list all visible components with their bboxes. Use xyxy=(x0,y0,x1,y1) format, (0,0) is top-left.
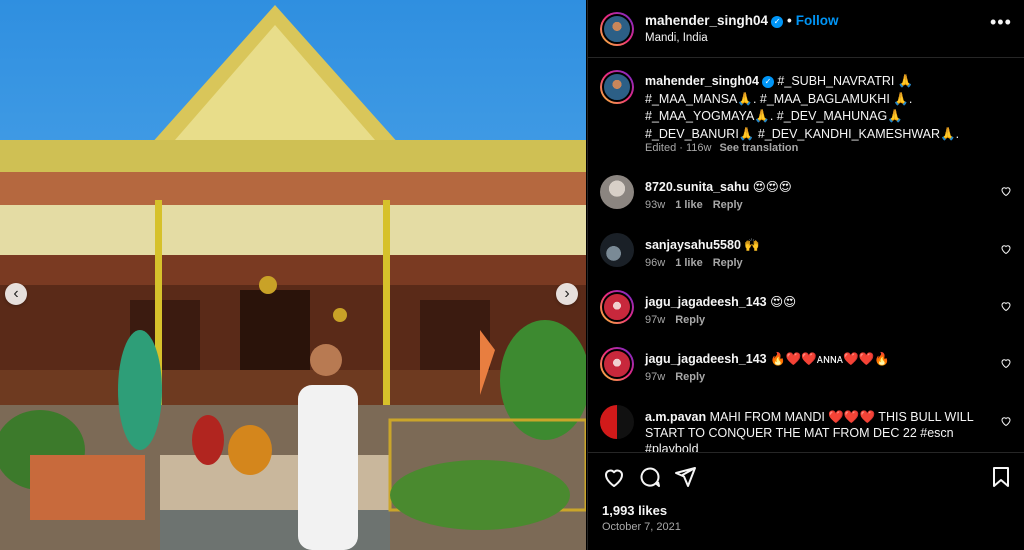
temple-photo xyxy=(0,0,586,550)
comment-text-row: 8720.sunita_sahu 😍😍😍 xyxy=(645,179,985,195)
comment-time: 97w xyxy=(645,314,666,326)
comment-likes[interactable]: 1 like xyxy=(675,199,703,211)
separator-dot: • xyxy=(787,13,792,28)
reply-button[interactable]: Reply xyxy=(675,371,705,383)
comment-time: 93w xyxy=(645,199,666,211)
post-image[interactable]: ‹ › xyxy=(0,0,586,550)
comments-scroll-clip: a.m.pavan MAHI FROM MANDI ❤️❤️❤️ THIS BU… xyxy=(588,400,1024,452)
comment-icon[interactable] xyxy=(638,465,662,489)
author-username[interactable]: mahender_singh04 xyxy=(645,13,768,28)
comment-item: sanjaysahu5580 🙌 96w 1 like Reply xyxy=(588,233,1024,283)
carousel-prev-icon[interactable]: ‹ xyxy=(5,283,27,305)
author-avatar[interactable] xyxy=(600,12,634,46)
comment-text-row: a.m.pavan MAHI FROM MANDI ❤️❤️❤️ THIS BU… xyxy=(645,409,985,452)
commenter-username[interactable]: 8720.sunita_sahu xyxy=(645,180,749,194)
comment-text-row: jagu_jagadeesh_143 😍😍 xyxy=(645,294,985,310)
caption-username[interactable]: mahender_singh04 xyxy=(645,74,759,88)
reply-button[interactable]: Reply xyxy=(713,257,743,269)
comment-text: 🔥❤️❤️ᴀɴɴᴀ❤️❤️🔥 xyxy=(770,352,890,366)
reply-button[interactable]: Reply xyxy=(713,199,743,211)
likes-count[interactable]: 1,993 likes xyxy=(602,503,667,518)
comment-item: jagu_jagadeesh_143 😍😍 97w Reply xyxy=(588,290,1024,340)
carousel-next-icon[interactable]: › xyxy=(556,283,578,305)
comment-likes[interactable]: 1 like xyxy=(675,257,703,269)
comment-text-row: sanjaysahu5580 🙌 xyxy=(645,237,985,253)
caption-text-block: mahender_singh04 ✓ #_SUBH_NAVRATRI 🙏 #_MA… xyxy=(645,73,965,143)
like-comment-heart-icon[interactable] xyxy=(1000,357,1012,369)
comment-meta: 96w 1 like Reply xyxy=(645,257,753,269)
comment-time: 96w xyxy=(645,257,666,269)
like-comment-heart-icon[interactable] xyxy=(1000,243,1012,255)
bookmark-icon[interactable] xyxy=(989,465,1013,489)
comment-item: a.m.pavan MAHI FROM MANDI ❤️❤️❤️ THIS BU… xyxy=(588,405,1024,452)
post-date[interactable]: October 7, 2021 xyxy=(602,521,681,533)
commenter-username[interactable]: jagu_jagadeesh_143 xyxy=(645,295,767,309)
caption-edited-time: Edited · 116w xyxy=(645,142,712,154)
share-icon[interactable] xyxy=(673,465,697,489)
like-comment-heart-icon[interactable] xyxy=(1000,415,1012,427)
comment-meta: 97w Reply xyxy=(645,314,715,326)
caption-avatar[interactable] xyxy=(600,70,634,104)
author-username-row: mahender_singh04 ✓ • Follow xyxy=(645,13,839,28)
comment-text: 😍😍😍 xyxy=(752,180,792,194)
post-header: mahender_singh04 ✓ • Follow Mandi, India ••… xyxy=(588,0,1024,58)
reply-button[interactable]: Reply xyxy=(675,314,705,326)
commenter-username[interactable]: sanjaysahu5580 xyxy=(645,238,741,252)
verified-badge-icon: ✓ xyxy=(761,76,774,88)
comment-text: 🙌 xyxy=(744,238,760,252)
comment-item: 8720.sunita_sahu 😍😍😍 93w 1 like Reply xyxy=(588,175,1024,225)
comment-item: jagu_jagadeesh_143 🔥❤️❤️ᴀɴɴᴀ❤️❤️🔥 97w Rep… xyxy=(588,347,1024,397)
comment-text-row: jagu_jagadeesh_143 🔥❤️❤️ᴀɴɴᴀ❤️❤️🔥 xyxy=(645,351,985,367)
post-details-panel: mahender_singh04 ✓ • Follow Mandi, India ••… xyxy=(587,0,1024,550)
like-comment-heart-icon[interactable] xyxy=(1000,185,1012,197)
more-options-icon[interactable]: ••• xyxy=(990,12,1012,33)
commenter-avatar[interactable] xyxy=(600,405,634,439)
commenter-avatar[interactable] xyxy=(600,347,634,381)
commenter-username[interactable]: a.m.pavan xyxy=(645,410,706,424)
commenter-avatar[interactable] xyxy=(600,233,634,267)
commenter-username[interactable]: jagu_jagadeesh_143 xyxy=(645,352,767,366)
comment-meta: 97w Reply xyxy=(645,371,715,383)
heart-icon[interactable] xyxy=(602,465,626,489)
commenter-avatar[interactable] xyxy=(600,175,634,209)
follow-button[interactable]: Follow xyxy=(796,13,839,28)
commenter-avatar[interactable] xyxy=(600,290,634,324)
caption-meta: Edited · 116w See translation xyxy=(645,142,798,154)
like-comment-heart-icon[interactable] xyxy=(1000,300,1012,312)
post-location[interactable]: Mandi, India xyxy=(645,32,708,44)
comment-text: 😍😍 xyxy=(770,295,797,309)
verified-badge-icon: ✓ xyxy=(771,16,784,28)
see-translation-link[interactable]: See translation xyxy=(719,142,798,154)
post-actions-bar: 1,993 likes October 7, 2021 xyxy=(588,452,1024,550)
comment-time: 97w xyxy=(645,371,666,383)
comment-meta: 93w 1 like Reply xyxy=(645,199,753,211)
